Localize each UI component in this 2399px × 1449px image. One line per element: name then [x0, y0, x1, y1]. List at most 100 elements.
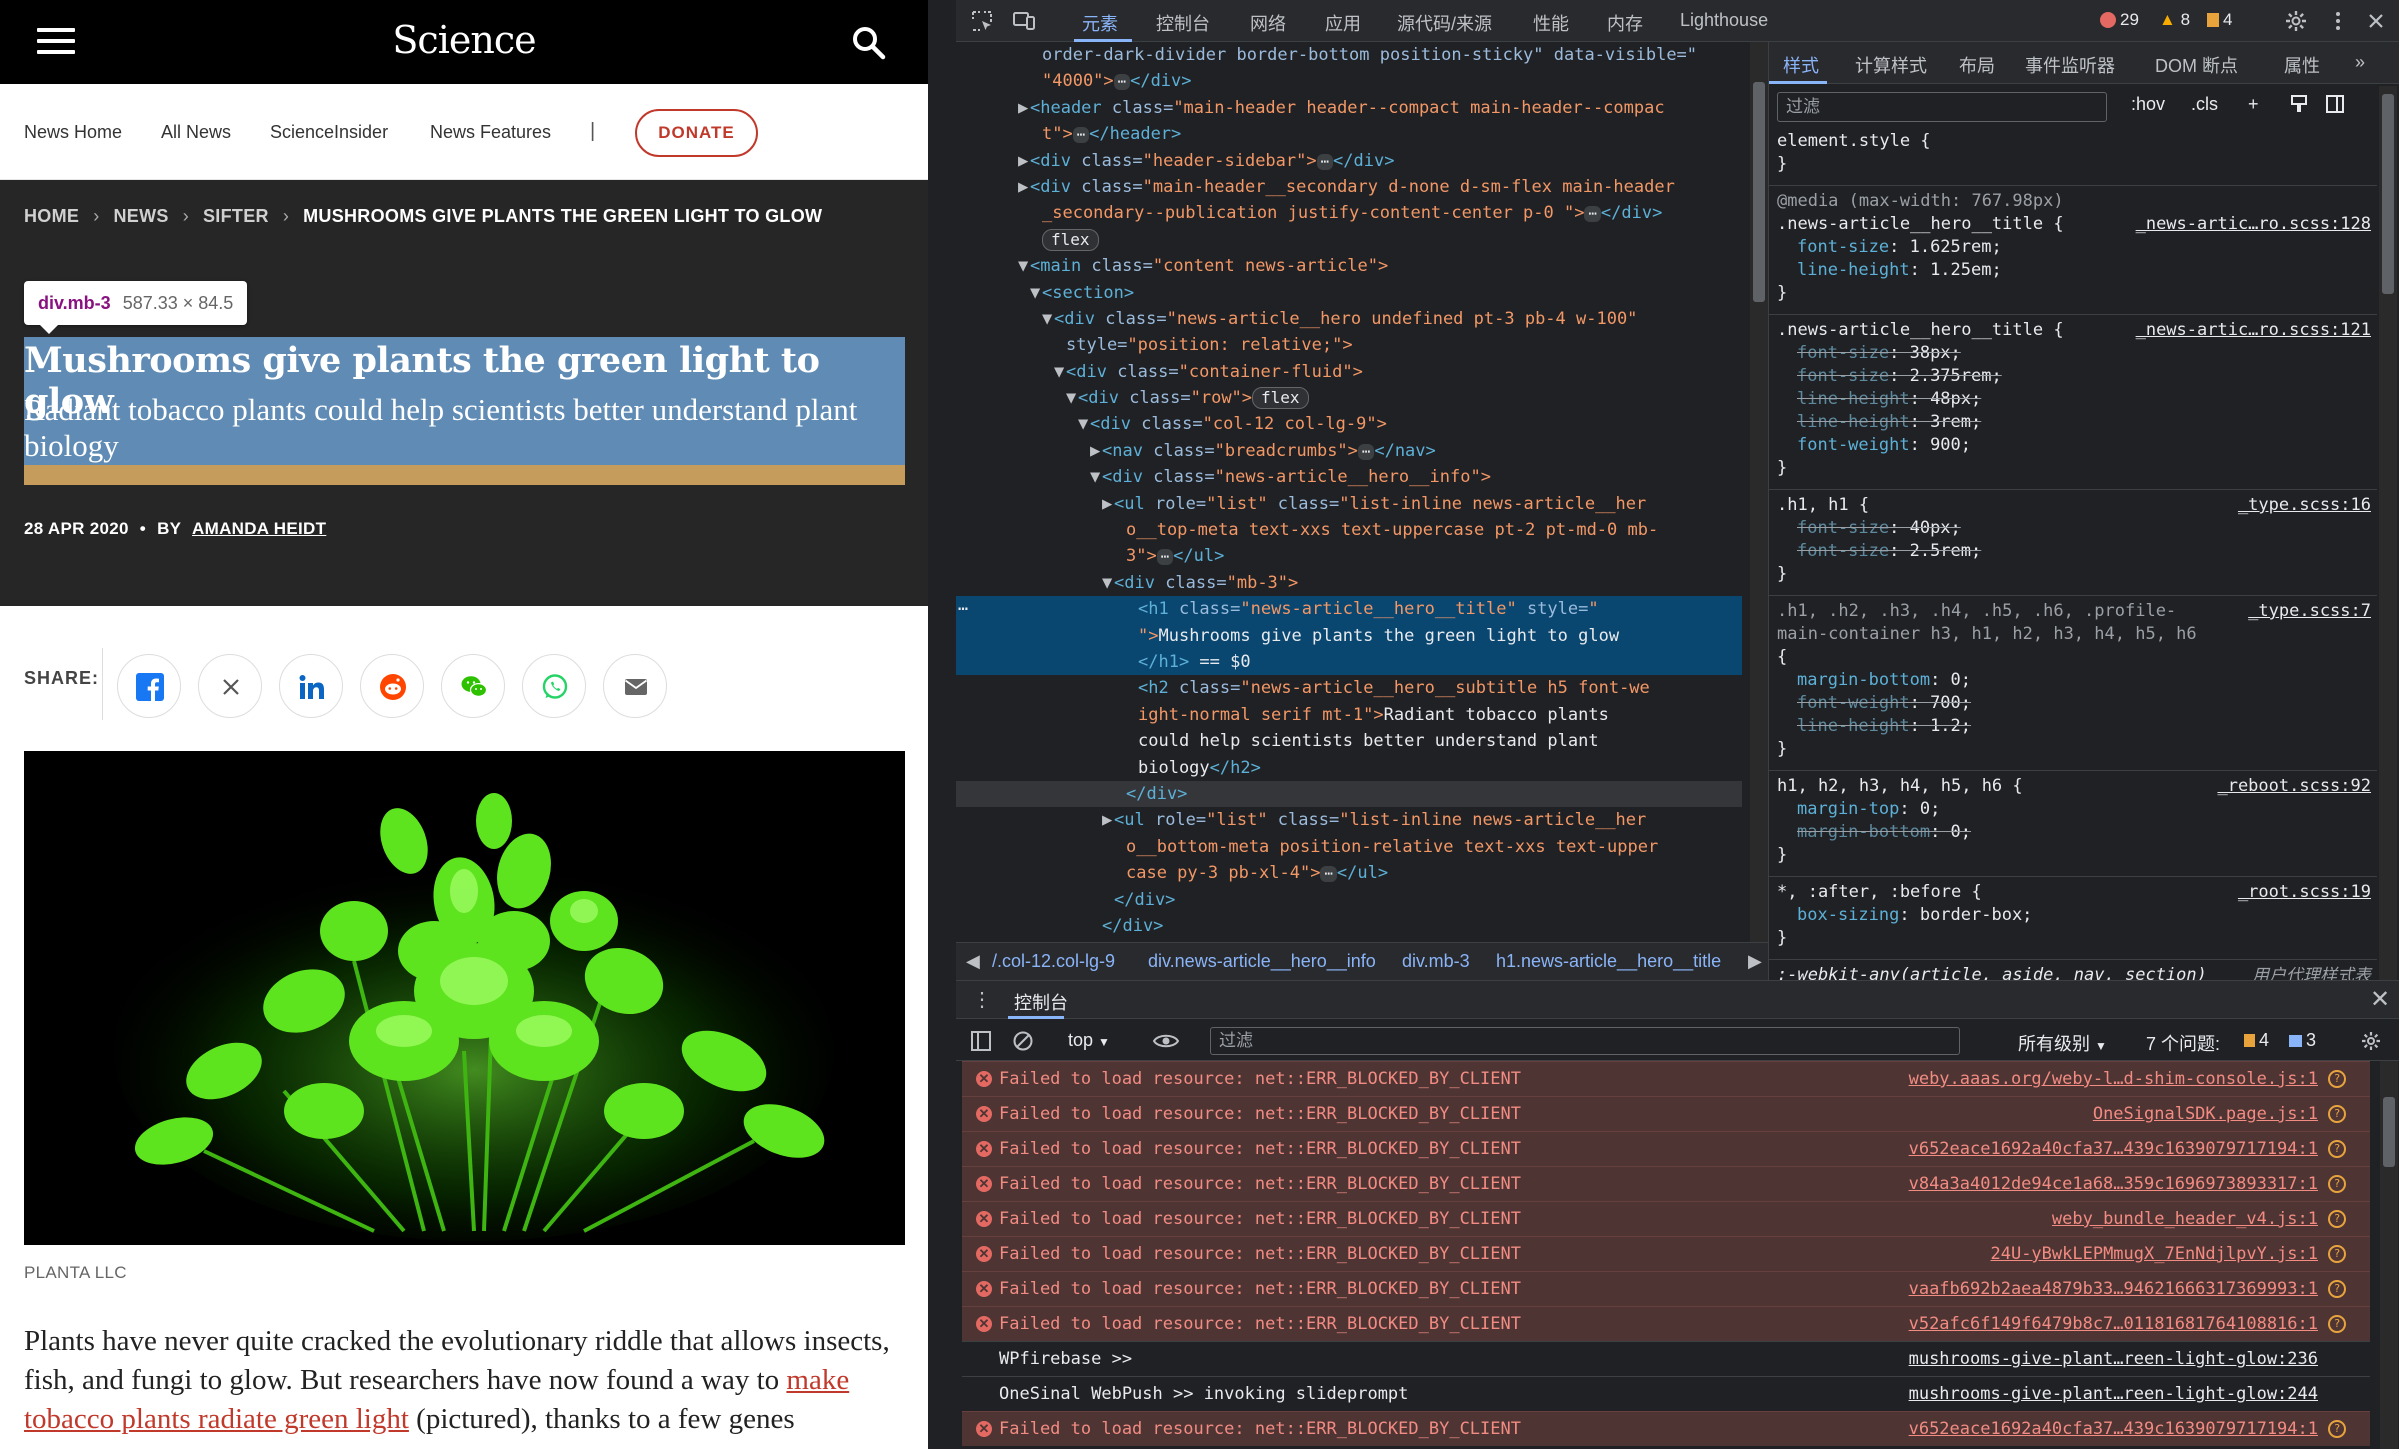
nav-news-features[interactable]: News Features [430, 122, 551, 143]
insight-icon[interactable]: ? [2328, 1105, 2346, 1123]
dom-node-line[interactable]: ▶ <ul role="list" class="list-inline news… [956, 491, 1742, 517]
dom-node-line[interactable]: ▼ <div class="mb-3"> [956, 570, 1742, 596]
clear-console-icon[interactable] [1012, 1030, 1034, 1052]
collapsed-content-icon[interactable]: ⋯ [1320, 866, 1337, 883]
add-rule-icon[interactable]: + [2248, 94, 2259, 115]
dom-node-line[interactable]: o__bottom-meta position-relative text-xx… [956, 834, 1742, 860]
console-source-link[interactable]: weby.aaas.org/weby-l…d-shim-console.js:1 [1909, 1062, 2318, 1096]
sidebar-toggle-icon[interactable] [2325, 94, 2345, 114]
console-log-row[interactable]: OneSinal WebPush >> invoking slideprompt… [962, 1376, 2370, 1411]
elements-scrollbar[interactable] [1750, 42, 1768, 942]
dom-node-line[interactable]: </div> [956, 887, 1742, 913]
console-error-row[interactable]: ✕ Failed to load resource: net::ERR_BLOCK… [962, 1166, 2370, 1201]
dom-node-line[interactable]: _secondary--publication justify-content-… [956, 200, 1742, 226]
console-error-row[interactable]: ✕ Failed to load resource: net::ERR_BLOCK… [962, 1306, 2370, 1341]
css-rules[interactable]: element.style {} @media (max-width: 767.9… [1769, 130, 2377, 980]
dom-node-line[interactable]: ▼ <div class="container-fluid"> [956, 359, 1742, 385]
collapse-triangle-icon[interactable]: ▼ [1054, 359, 1066, 385]
dom-crumb-3[interactable]: div.mb-3 [1402, 951, 1470, 972]
issues-info-count[interactable]: 3 [2289, 1030, 2316, 1051]
node-actions-icon[interactable]: ⋯ [958, 596, 968, 622]
site-logo[interactable]: Science [0, 18, 928, 62]
breadcrumb-news[interactable]: NEWS [114, 206, 169, 226]
dom-node-line[interactable]: ▶ <div class="main-header__secondary d-no… [956, 174, 1742, 200]
dom-node-line[interactable]: ▶ <div class="header-sidebar"> ⋯ </div> [956, 148, 1742, 174]
source-link[interactable]: _root.scss:19 [2238, 881, 2371, 904]
share-whatsapp-button[interactable] [522, 654, 586, 718]
collapse-triangle-icon[interactable]: ▼ [1042, 306, 1054, 332]
console-source-link[interactable]: weby_bundle_header_v4.js:1 [2052, 1202, 2318, 1236]
collapse-triangle-icon[interactable]: ▼ [1018, 253, 1030, 279]
tab-application[interactable]: 应用 [1325, 10, 1361, 36]
insight-icon[interactable]: ? [2328, 1280, 2346, 1298]
console-error-row[interactable]: ✕ Failed to load resource: net::ERR_BLOCK… [962, 1271, 2370, 1306]
error-count[interactable]: 29 [2100, 10, 2139, 30]
expand-triangle-icon[interactable]: ▶ [1018, 174, 1030, 200]
console-source-link[interactable]: v652eace1692a40cfa37…439c1639079717194:1 [1909, 1132, 2318, 1166]
nav-all-news[interactable]: All News [161, 122, 231, 143]
dom-node-line[interactable]: style="position: relative;"> [956, 332, 1742, 358]
scrollbar-thumb[interactable] [2382, 94, 2394, 294]
dom-node-line[interactable]: ight-normal serif mt-1">Radiant tobacco … [956, 702, 1742, 728]
console-error-row[interactable]: ✕ Failed to load resource: net::ERR_BLOCK… [962, 1096, 2370, 1131]
author-link[interactable]: AMANDA HEIDT [192, 519, 326, 538]
collapse-triangle-icon[interactable]: ▼ [1066, 385, 1078, 411]
insight-icon[interactable]: ? [2328, 1140, 2346, 1158]
collapsed-content-icon[interactable]: ⋯ [1113, 74, 1131, 91]
collapsed-content-icon[interactable]: ⋯ [1156, 549, 1174, 566]
tab-computed[interactable]: 计算样式 [1855, 52, 1927, 78]
console-settings-gear-icon[interactable] [2360, 1030, 2382, 1052]
insight-icon[interactable]: ? [2328, 1070, 2346, 1088]
more-options-icon[interactable] [2326, 9, 2350, 33]
console-error-row[interactable]: ✕ Failed to load resource: net::ERR_BLOCK… [962, 1061, 2370, 1096]
live-expression-eye-icon[interactable] [1152, 1030, 1180, 1052]
expand-triangle-icon[interactable]: ▶ [1018, 148, 1030, 174]
collapsed-content-icon[interactable]: ⋯ [1316, 153, 1334, 170]
nav-science-insider[interactable]: ScienceInsider [270, 122, 388, 143]
dom-node-line[interactable]: ▶ <ul role="list" class="list-inline news… [956, 807, 1742, 833]
dom-node-line[interactable]: ▶ <header class="main-header header--comp… [956, 95, 1742, 121]
hover-state-toggle[interactable]: :hov [2131, 94, 2165, 115]
drawer-tab-console[interactable]: 控制台 [1014, 989, 1068, 1015]
donate-button[interactable]: DONATE [635, 109, 758, 157]
nav-news-home[interactable]: News Home [24, 122, 122, 143]
console-source-link[interactable]: v52afc6f149f6479b8c7…01181681764108816:1 [1909, 1307, 2318, 1341]
console-source-link[interactable]: v84a3a4012de94ce1a68…359c1696973893317:1 [1909, 1167, 2318, 1201]
drawer-menu-icon[interactable]: ⋮ [972, 987, 992, 1012]
styles-scrollbar[interactable] [2379, 86, 2397, 980]
collapsed-content-icon[interactable]: ⋯ [1357, 443, 1375, 460]
collapse-triangle-icon[interactable]: ▼ [1102, 570, 1114, 596]
tab-elements[interactable]: 元素 [1082, 10, 1118, 36]
scrollbar-thumb[interactable] [2383, 1097, 2395, 1167]
share-linkedin-button[interactable] [279, 654, 343, 718]
styles-filter-input[interactable]: 过滤 [1777, 92, 2107, 122]
sidebar-toggle-icon[interactable] [970, 1030, 992, 1052]
collapsed-content-icon[interactable]: ⋯ [1584, 206, 1601, 223]
device-toolbar-icon[interactable] [1012, 9, 1036, 33]
dom-node-line[interactable]: ▼ <main class="content news-article"> [956, 253, 1742, 279]
collapse-triangle-icon[interactable]: ▼ [1030, 280, 1042, 306]
dom-crumb-4[interactable]: h1.news-article__hero__title [1496, 951, 1721, 972]
inspect-element-icon[interactable] [970, 9, 994, 33]
issues-label[interactable]: 7 个问题: [2146, 1030, 2220, 1056]
console-source-link[interactable]: OneSignalSDK.page.js:1 [2093, 1097, 2318, 1131]
scrollbar-thumb[interactable] [1753, 82, 1765, 302]
tab-lighthouse[interactable]: Lighthouse [1680, 10, 1768, 31]
dom-node-line[interactable]: <h2 class="news-article__hero__subtitle … [956, 675, 1742, 701]
tab-memory[interactable]: 内存 [1607, 10, 1643, 36]
dom-node-line[interactable]: t"> ⋯ </header> [956, 121, 1742, 147]
tab-network[interactable]: 网络 [1250, 10, 1286, 36]
dom-node-line[interactable]: order-dark-divider border-bottom positio… [956, 42, 1742, 68]
insight-icon[interactable]: ? [2328, 1420, 2346, 1438]
dom-node-line[interactable]: ">Mushrooms give plants the green light … [956, 622, 1742, 649]
console-log-row[interactable]: WPfirebase >> mushrooms-give-plant…reen-l… [962, 1341, 2370, 1376]
dom-crumb-2[interactable]: div.news-article__hero__info [1148, 951, 1376, 972]
source-link[interactable]: _reboot.scss:92 [2217, 775, 2371, 798]
elements-tree[interactable]: order-dark-divider border-bottom positio… [956, 42, 1742, 942]
tab-styles[interactable]: 样式 [1783, 52, 1819, 78]
settings-gear-icon[interactable] [2284, 9, 2308, 33]
dom-node-line[interactable]: o__top-meta text-xxs text-uppercase pt-2… [956, 517, 1742, 543]
console-scrollbar[interactable] [2380, 1061, 2398, 1449]
console-error-row[interactable]: ✕ Failed to load resource: net::ERR_BLOCK… [962, 1131, 2370, 1166]
share-reddit-button[interactable] [360, 654, 424, 718]
